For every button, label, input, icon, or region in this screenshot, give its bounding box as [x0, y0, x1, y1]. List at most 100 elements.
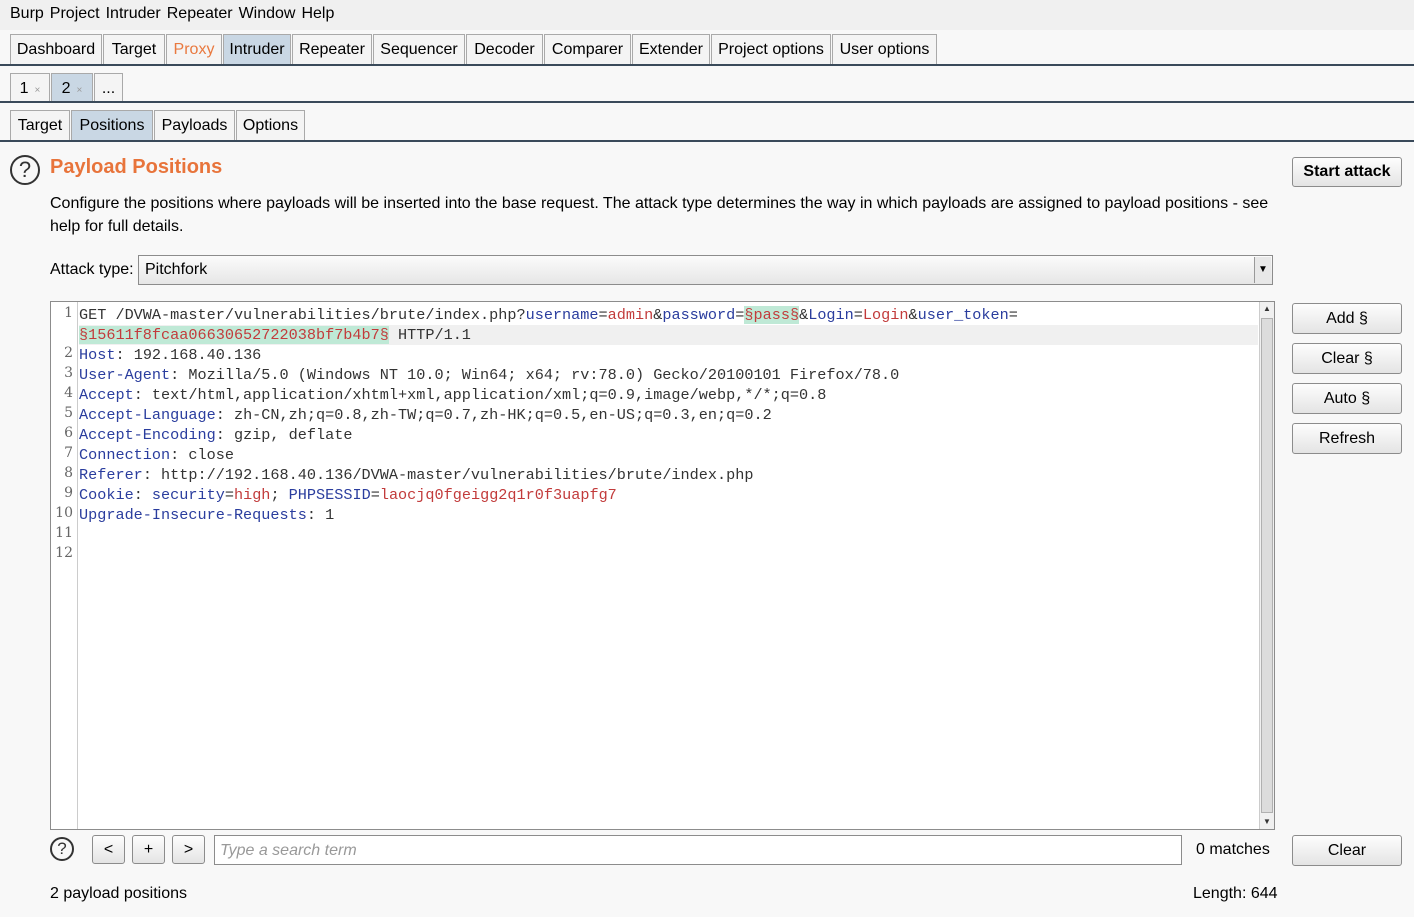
- tab-bar-divider: [0, 101, 1414, 103]
- refresh-button[interactable]: Refresh: [1292, 423, 1402, 454]
- search-next-button[interactable]: >: [172, 835, 205, 864]
- tab-comparer[interactable]: Comparer: [544, 34, 631, 64]
- request-line-wrap: §15611f8fcaa06630652722038bf7b4b7§ HTTP/…: [79, 325, 1258, 345]
- line-number: 6: [64, 425, 73, 441]
- editor-scrollbar[interactable]: ▲ ▼: [1259, 302, 1274, 829]
- subtab-options[interactable]: Options: [236, 110, 305, 140]
- header-name: Cookie: [79, 486, 134, 504]
- line-number: 9: [64, 485, 73, 501]
- header-sep: :: [142, 466, 162, 484]
- add-marker-button[interactable]: Add §: [1292, 303, 1402, 334]
- tab-sequencer[interactable]: Sequencer: [373, 34, 465, 64]
- cookie-equals: =: [224, 486, 234, 504]
- search-input[interactable]: Type a search term: [214, 835, 1182, 865]
- search-matches: 0 matches: [1196, 841, 1270, 858]
- line-number: 5: [64, 405, 73, 421]
- header-line: Accept-Language: zh-CN,zh;q=0.8,zh-TW;q=…: [79, 405, 772, 425]
- param-name: Login: [808, 306, 854, 324]
- param-separator: &: [908, 306, 918, 324]
- menu-window[interactable]: Window: [239, 0, 296, 23]
- line-number: 8: [64, 465, 73, 481]
- menu-repeater[interactable]: Repeater: [167, 0, 233, 23]
- request-method-path: GET /DVWA-master/vulnerabilities/brute/i…: [79, 306, 526, 324]
- start-attack-button[interactable]: Start attack: [1292, 157, 1402, 187]
- http-version: HTTP/1.1: [388, 326, 471, 344]
- close-icon[interactable]: ×: [77, 85, 83, 96]
- header-name: User-Agent: [79, 366, 171, 384]
- payload-position-marker[interactable]: §pass§: [744, 306, 800, 324]
- attack-tab-2-label: 2: [61, 80, 71, 97]
- subtab-target[interactable]: Target: [10, 110, 70, 140]
- param-separator: &: [653, 306, 663, 324]
- cookie-name: PHPSESSID: [288, 486, 371, 504]
- search-add-button[interactable]: +: [132, 835, 165, 864]
- tab-target[interactable]: Target: [103, 34, 165, 64]
- header-value: close: [188, 446, 234, 464]
- tab-extender[interactable]: Extender: [632, 34, 710, 64]
- attack-type-select[interactable]: Pitchfork ▼: [138, 255, 1273, 285]
- section-title: Payload Positions: [50, 156, 223, 178]
- cookie-separator: ;: [270, 486, 289, 504]
- line-number: 1: [64, 305, 73, 321]
- help-icon[interactable]: ?: [10, 155, 40, 185]
- header-value: Mozilla/5.0 (Windows NT 10.0; Win64; x64…: [188, 366, 900, 384]
- header-line: Connection: close: [79, 445, 234, 465]
- param-value: Login: [862, 306, 909, 324]
- header-value: 192.168.40.136: [133, 346, 262, 364]
- tab-project-options[interactable]: Project options: [711, 34, 831, 64]
- header-name: Accept: [79, 386, 134, 404]
- attack-tab-1[interactable]: 1 ×: [10, 73, 50, 103]
- cookie-line: Cookie: security=high; PHPSESSID=laocjq0…: [79, 485, 617, 505]
- chevron-down-icon[interactable]: ▼: [1254, 257, 1271, 283]
- param-name: password: [662, 306, 736, 324]
- menu-bar: Burp Project Intruder Repeater Window Help: [0, 0, 1414, 30]
- param-name: user_token: [917, 306, 1009, 324]
- scrollbar-thumb[interactable]: [1261, 318, 1273, 813]
- cookie-name: security: [151, 486, 225, 504]
- request-line: GET /DVWA-master/vulnerabilities/brute/i…: [79, 305, 1018, 325]
- cookie-value: laocjq0fgeigg2q1r0f3uapfg7: [379, 486, 617, 504]
- tab-intruder[interactable]: Intruder: [223, 34, 291, 64]
- menu-burp[interactable]: Burp: [10, 0, 44, 23]
- header-sep: :: [115, 346, 134, 364]
- attack-tab-bar: 1 × 2 × ...: [0, 70, 1414, 106]
- header-line: Host: 192.168.40.136: [79, 345, 261, 365]
- tab-proxy[interactable]: Proxy: [166, 34, 222, 64]
- clear-search-button[interactable]: Clear: [1292, 835, 1402, 866]
- search-help-icon[interactable]: ?: [50, 837, 74, 861]
- cookie-value: high: [233, 486, 271, 504]
- auto-marker-button[interactable]: Auto §: [1292, 383, 1402, 414]
- line-number: 2: [64, 345, 73, 361]
- header-line: Accept: text/html,application/xhtml+xml,…: [79, 385, 826, 405]
- new-attack-tab-button[interactable]: ...: [94, 73, 123, 103]
- subtab-positions[interactable]: Positions: [71, 110, 153, 140]
- payload-position-marker[interactable]: §15611f8fcaa06630652722038bf7b4b7§: [79, 326, 389, 344]
- tab-decoder[interactable]: Decoder: [466, 34, 543, 64]
- close-icon[interactable]: ×: [35, 85, 41, 96]
- header-name: Connection: [79, 446, 171, 464]
- tab-user-options[interactable]: User options: [832, 34, 937, 64]
- search-prev-button[interactable]: <: [92, 835, 125, 864]
- attack-tab-2[interactable]: 2 ×: [51, 73, 93, 103]
- request-editor[interactable]: 1 2 3 4 5 6 7 8 9 10 11 12 GET /DVWA-mas…: [50, 301, 1275, 830]
- cookie-equals: =: [370, 486, 380, 504]
- param-equals: =: [598, 306, 608, 324]
- scroll-down-icon[interactable]: ▼: [1260, 815, 1274, 829]
- header-line: Upgrade-Insecure-Requests: 1: [79, 505, 334, 525]
- tab-dashboard[interactable]: Dashboard: [10, 34, 102, 64]
- menu-project[interactable]: Project: [50, 0, 100, 23]
- header-sep: :: [170, 446, 189, 464]
- menu-help[interactable]: Help: [301, 0, 334, 23]
- request-text[interactable]: GET /DVWA-master/vulnerabilities/brute/i…: [78, 302, 1258, 829]
- line-number: 3: [64, 365, 73, 381]
- line-number: 10: [55, 505, 73, 521]
- header-sep: :: [170, 366, 189, 384]
- subtab-payloads[interactable]: Payloads: [154, 110, 235, 140]
- param-name: username: [525, 306, 599, 324]
- header-name: Host: [79, 346, 116, 364]
- clear-markers-button[interactable]: Clear §: [1292, 343, 1402, 374]
- scroll-up-icon[interactable]: ▲: [1260, 302, 1274, 316]
- line-number: 11: [55, 525, 73, 541]
- tab-repeater[interactable]: Repeater: [292, 34, 372, 64]
- menu-intruder[interactable]: Intruder: [106, 0, 161, 23]
